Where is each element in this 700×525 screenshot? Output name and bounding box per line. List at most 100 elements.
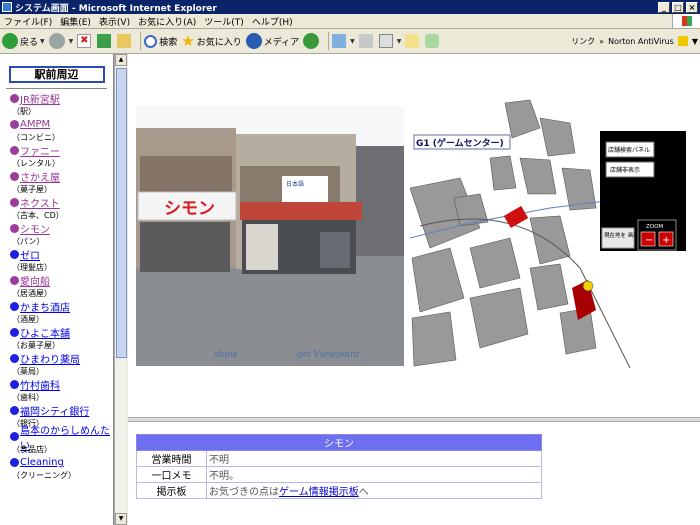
shop-category: （クリーニング） [12,471,76,480]
media-label: メディア [263,37,300,48]
messenger-icon [425,34,440,48]
scroll-up-icon[interactable]: ▲ [115,54,127,66]
list-item: ネクスト （古本、CD） [0,196,113,222]
mail-button[interactable]: ▼ [332,34,355,48]
shop-search-panel-button[interactable]: 店舗検索パネル [608,146,650,154]
edit-dropdown-icon[interactable]: ▼ [397,38,402,45]
shop-link[interactable]: ネクスト [10,196,113,210]
bullet-icon [10,328,19,337]
bullet-icon [10,94,19,103]
memo-value: 不明。 [206,466,542,483]
close-button[interactable]: × [686,1,698,13]
zoom-in-button[interactable]: + [662,235,670,246]
mail-dropdown-icon[interactable]: ▼ [350,38,355,45]
back-arrow-icon [2,33,18,49]
table-row: 一口メモ 不明。 [136,466,542,483]
toolbar: 戻る ▼ ▼ ✖ 検索 ★ お気に入り メディア ▼ ▼ リンク » Norto… [0,29,700,54]
shop-name: ゼロ [20,251,40,262]
shop-list: JR新宮駅 （駅） AMPM （コンビニ） ファニー （レンタル） さかえ屋 （菓子屋） ネクス… [0,92,113,482]
shop-link[interactable]: ひよこ本舗 [10,326,113,340]
show-link[interactable]: show [214,350,238,360]
game-info-board-link[interactable]: ゲーム情報掲示板 [279,487,359,498]
shop-link[interactable]: ゼロ [10,248,113,262]
table-row: 営業時間 不明 [136,450,542,467]
shop-link[interactable]: 島本のからしめんたい [10,426,113,452]
bullet-icon [10,146,19,155]
shop-link[interactable]: ファニー [10,144,113,158]
list-item: シモン （パン） [0,222,113,248]
refresh-button[interactable] [97,34,113,48]
history-button[interactable] [303,33,321,49]
shop-info-table: シモン 営業時間 不明 一口メモ 不明。 掲示板 お気づきの点はゲーム情報掲示板… [136,434,542,499]
menu-edit[interactable]: 編集(E) [56,15,95,28]
get-viewpoint-link[interactable]: get Viewpoint [296,350,359,360]
bullet-icon [10,120,19,129]
minimize-button[interactable]: _ [658,1,670,13]
bullet-icon [10,432,19,441]
list-item: Cleaning （クリーニング） [0,456,113,482]
bullet-icon [10,250,19,259]
search-button[interactable]: 検索 [144,34,178,48]
shop-link[interactable]: シモン [10,222,113,236]
list-item: ゼロ （理髪店） [0,248,113,274]
print-button[interactable] [358,34,375,48]
board-label: 掲示板 [136,482,207,499]
nav-divider [6,88,107,89]
list-item: ファニー （レンタル） [0,144,113,170]
messenger-button[interactable] [425,34,441,48]
favorites-button[interactable]: ★ お気に入り [181,32,241,50]
forward-button[interactable]: ▼ [48,33,74,49]
shop-link[interactable]: JR新宮駅 [10,92,113,106]
bullet-icon [10,198,19,207]
menu-favorites[interactable]: お気に入り(A) [134,15,200,28]
scroll-down-icon[interactable]: ▼ [115,513,127,525]
window-title: システム画面 - Microsoft Internet Explorer [15,3,217,14]
board-value: お気づきの点はゲーム情報掲示板へ [206,482,542,499]
shop-link[interactable]: ひまわり薬局 [10,352,113,366]
shop-name: かまち酒店 [20,303,70,314]
shop-name: シモン [20,225,50,236]
area-map[interactable]: G1 (ゲームセンター) 店舗検索パネル 店舗非表示 現在地を 画面内へ ZOO… [410,98,686,370]
shop-category: （駅） [12,107,36,116]
stop-button[interactable]: ✖ [77,34,93,48]
menu-tools[interactable]: ツール(T) [200,15,248,28]
edit-button[interactable]: ▼ [378,34,402,48]
list-item: 竹村歯科 （歯科） [0,378,113,404]
forward-dropdown-icon[interactable]: ▼ [69,38,74,45]
frame-divider[interactable] [128,417,700,422]
zoom-out-button[interactable]: − [645,235,653,246]
norton-dropdown-icon[interactable]: ▼ [692,37,698,46]
menu-help[interactable]: ヘルプ(H) [248,15,297,28]
shop-link[interactable]: 福岡シティ銀行 [10,404,113,418]
nav-scrollbar[interactable]: ▲ ▼ [114,54,127,525]
edit-icon [378,34,393,48]
menu-view[interactable]: 表示(V) [95,15,134,28]
list-item: かまち酒店 （酒屋） [0,300,113,326]
shop-link[interactable]: Cleaning [10,456,113,469]
search-label: 検索 [159,37,178,48]
maximize-button[interactable]: □ [672,1,684,13]
shop-link[interactable]: 竹村歯科 [10,378,113,392]
memo-label: 一口メモ [136,466,207,483]
norton-antivirus-button[interactable]: Norton AntiVirus [608,37,674,46]
back-button[interactable]: 戻る ▼ [2,33,45,49]
star-icon: ★ [181,32,195,50]
links-chevron-icon[interactable]: » [599,37,604,46]
bullet-icon [10,380,19,389]
list-item: JR新宮駅 （駅） [0,92,113,118]
shop-link[interactable]: かまち酒店 [10,300,113,314]
home-button[interactable] [117,34,133,48]
shop-link[interactable]: さかえ屋 [10,170,113,184]
discuss-button[interactable] [405,34,421,48]
list-item: 愛向船 （居酒屋） [0,274,113,300]
back-dropdown-icon[interactable]: ▼ [40,38,45,45]
menu-file[interactable]: ファイル(F) [0,15,56,28]
shop-name: ファニー [20,147,60,158]
shop-link[interactable]: 愛向船 [10,274,113,288]
links-label[interactable]: リンク [571,36,595,47]
shop-name: AMPM [20,119,51,130]
shop-link[interactable]: AMPM [10,118,113,131]
hide-shops-button[interactable]: 店舗非表示 [610,166,640,174]
media-button[interactable]: メディア [245,33,300,49]
scroll-thumb[interactable] [116,68,127,358]
